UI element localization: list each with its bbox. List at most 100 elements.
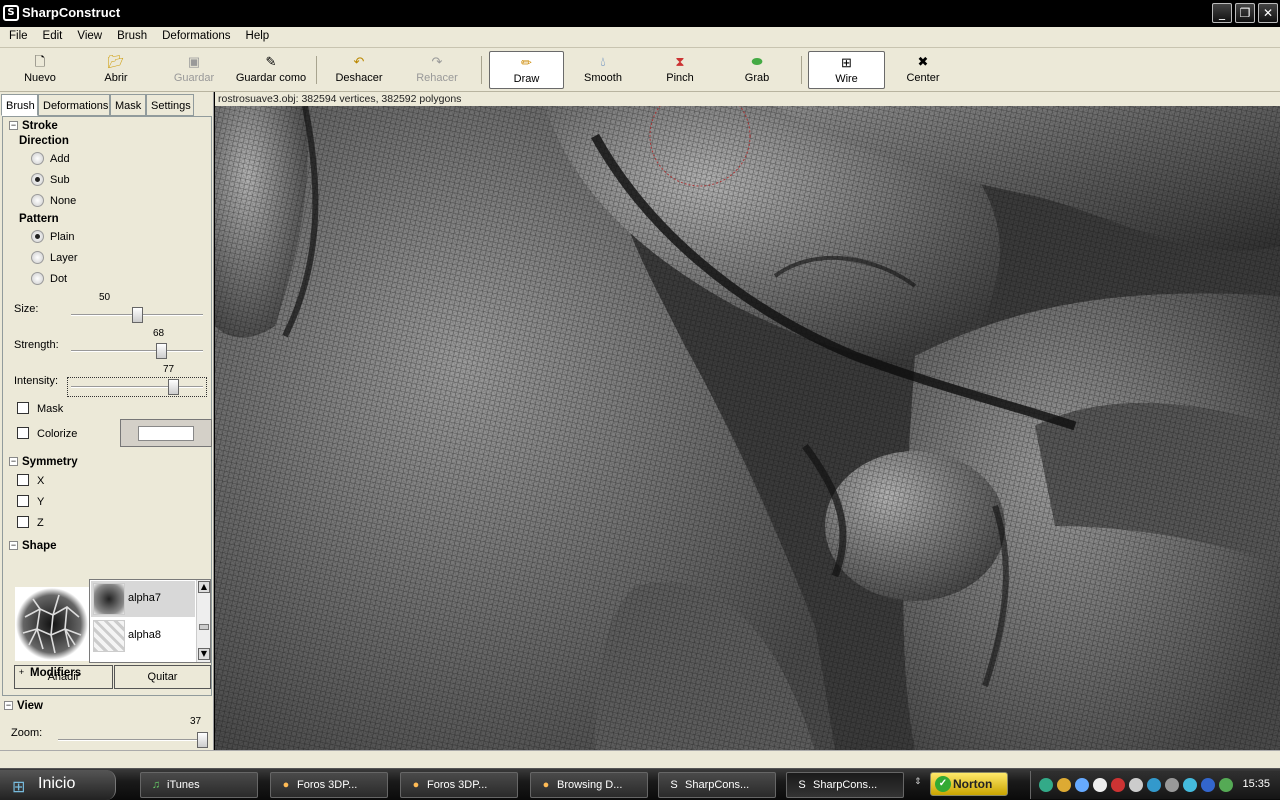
smooth-button[interactable]: 💧︎ Smooth	[572, 51, 634, 89]
task-itunes[interactable]: ♫ iTunes	[140, 772, 258, 798]
draw-button[interactable]: ✏︎ Draw	[489, 51, 564, 89]
view-section-header[interactable]: − View	[4, 700, 43, 712]
symmetry-z-checkbox[interactable]	[17, 516, 29, 528]
flash-icon[interactable]	[1111, 778, 1125, 792]
direction-sub-radio[interactable]: Sub	[31, 173, 70, 191]
center-button[interactable]: ✖ Center	[892, 51, 954, 89]
collapse-icon[interactable]: −	[9, 457, 18, 466]
grab-button[interactable]: ⬬ Grab	[727, 51, 787, 89]
minimize-button[interactable]: _	[1212, 3, 1232, 23]
colorize-checkbox-row[interactable]: Colorize	[17, 427, 77, 445]
start-button[interactable]: ⊞ Inicio	[0, 770, 116, 800]
3d-viewport[interactable]: rostrosuave3.obj: 382594 vertices, 38259…	[215, 92, 1280, 750]
shape-section-header[interactable]: − Shape	[9, 540, 57, 552]
stroke-section-header[interactable]: − Stroke	[9, 120, 58, 132]
menu-edit[interactable]: Edit	[34, 27, 69, 42]
task-sharpconstruct-2[interactable]: S SharpCons...	[786, 772, 904, 798]
messenger-icon[interactable]	[1075, 778, 1089, 792]
strength-slider-thumb[interactable]	[155, 343, 167, 359]
draw-label: Draw	[513, 73, 540, 85]
radio-button[interactable]	[31, 230, 44, 243]
menu-brush[interactable]: Brush	[108, 27, 153, 42]
task-sharpconstruct-1[interactable]: S SharpCons...	[658, 772, 776, 798]
task-browsing[interactable]: ● Browsing D...	[530, 772, 648, 798]
menu-help[interactable]: Help	[237, 27, 276, 42]
redo-button[interactable]: ↷ Rehacer	[406, 51, 468, 89]
symmetry-z-row[interactable]: Z	[17, 516, 44, 534]
tab-brush[interactable]: Brush	[1, 94, 38, 116]
symmetry-section-header[interactable]: − Symmetry	[9, 456, 78, 468]
size-slider-thumb[interactable]	[132, 307, 143, 323]
intensity-slider-thumb[interactable]	[167, 379, 179, 395]
save-as-button[interactable]: ✎ Guardar como	[232, 51, 310, 89]
scroll-down-icon[interactable]: ▼	[198, 648, 210, 660]
colorize-color-button[interactable]	[120, 419, 212, 447]
toolbar: 🗋 Nuevo 📂︎ Abrir ▣ Guardar ✎ Guardar como ↶ D…	[0, 48, 1280, 92]
collapse-icon[interactable]: −	[9, 121, 18, 130]
battery-icon[interactable]	[1219, 778, 1233, 792]
colorize-checkbox[interactable]	[17, 427, 29, 439]
norton-button[interactable]: ✓ Norton	[930, 772, 1008, 796]
zoom-value: 37	[190, 716, 202, 727]
search-icon[interactable]	[1147, 778, 1161, 792]
tab-settings[interactable]: Settings	[146, 94, 194, 116]
pattern-dot-radio[interactable]: Dot	[31, 272, 67, 290]
alpha-list[interactable]: alpha7 alpha8 ▲ ▼	[89, 579, 211, 663]
pattern-plain-radio[interactable]: Plain	[31, 230, 74, 248]
maximize-button[interactable]: ❐	[1235, 3, 1255, 23]
alpha-item-alpha7[interactable]: alpha7	[91, 581, 195, 617]
update-icon[interactable]	[1129, 778, 1143, 792]
network-icon[interactable]	[1039, 778, 1053, 792]
menu-view[interactable]: View	[68, 27, 108, 42]
alpha-item-alpha8[interactable]: alpha8	[91, 618, 195, 654]
tab-deformations[interactable]: Deformations	[38, 94, 110, 116]
zoom-slider-track[interactable]	[58, 739, 206, 741]
symmetry-y-row[interactable]: Y	[17, 495, 44, 513]
strength-slider-track[interactable]	[71, 350, 203, 352]
mask-checkbox[interactable]	[17, 402, 29, 414]
undo-button[interactable]: ↶ Deshacer	[328, 51, 390, 89]
display-icon[interactable]	[1201, 778, 1215, 792]
zoom-slider-thumb[interactable]	[196, 732, 208, 748]
wire-button[interactable]: ⊞ Wire	[808, 51, 885, 89]
collapse-icon[interactable]: −	[4, 701, 13, 710]
direction-add-radio[interactable]: Add	[31, 152, 70, 170]
radio-button[interactable]	[31, 152, 44, 165]
bluetooth-icon[interactable]	[1183, 778, 1197, 792]
menu-deformations[interactable]: Deformations	[153, 27, 236, 42]
toolbar-separator	[801, 56, 802, 84]
symmetry-x-row[interactable]: X	[17, 474, 44, 492]
radio-button[interactable]	[31, 194, 44, 207]
taskbar-scroll-icon[interactable]: ⇕	[914, 777, 922, 787]
collapse-icon[interactable]: −	[9, 541, 18, 550]
open-button[interactable]: 📂︎ Abrir	[86, 51, 146, 89]
mask-checkbox-row[interactable]: Mask	[17, 402, 63, 420]
save-button[interactable]: ▣ Guardar	[164, 51, 224, 89]
remove-alpha-button[interactable]: Quitar	[114, 665, 211, 689]
scrollbar-thumb[interactable]	[199, 624, 209, 630]
wireframe-mesh[interactable]	[215, 106, 1280, 750]
alpha-list-scrollbar[interactable]: ▲ ▼	[196, 580, 210, 662]
menu-file[interactable]: File	[0, 27, 34, 42]
save-as-label: Guardar como	[235, 72, 307, 84]
expand-icon[interactable]: +	[17, 668, 26, 678]
task-foros-2[interactable]: ● Foros 3DP...	[400, 772, 518, 798]
tab-mask[interactable]: Mask	[110, 94, 146, 116]
radio-button[interactable]	[31, 251, 44, 264]
symmetry-x-checkbox[interactable]	[17, 474, 29, 486]
intensity-slider-track[interactable]	[71, 386, 203, 388]
task-foros-1[interactable]: ● Foros 3DP...	[270, 772, 388, 798]
pinch-button[interactable]: ⧗ Pinch	[650, 51, 710, 89]
radio-button[interactable]	[31, 272, 44, 285]
modifiers-section-header[interactable]: + Modifiers	[17, 667, 81, 679]
direction-none-radio[interactable]: None	[31, 194, 76, 212]
symmetry-y-checkbox[interactable]	[17, 495, 29, 507]
pattern-layer-radio[interactable]: Layer	[31, 251, 78, 269]
close-button[interactable]: ✕	[1258, 3, 1278, 23]
security-icon[interactable]	[1057, 778, 1071, 792]
radio-button[interactable]	[31, 173, 44, 186]
star-icon[interactable]	[1165, 778, 1179, 792]
new-button[interactable]: 🗋 Nuevo	[10, 51, 70, 89]
volume-icon[interactable]	[1093, 778, 1107, 792]
scroll-up-icon[interactable]: ▲	[198, 581, 210, 593]
